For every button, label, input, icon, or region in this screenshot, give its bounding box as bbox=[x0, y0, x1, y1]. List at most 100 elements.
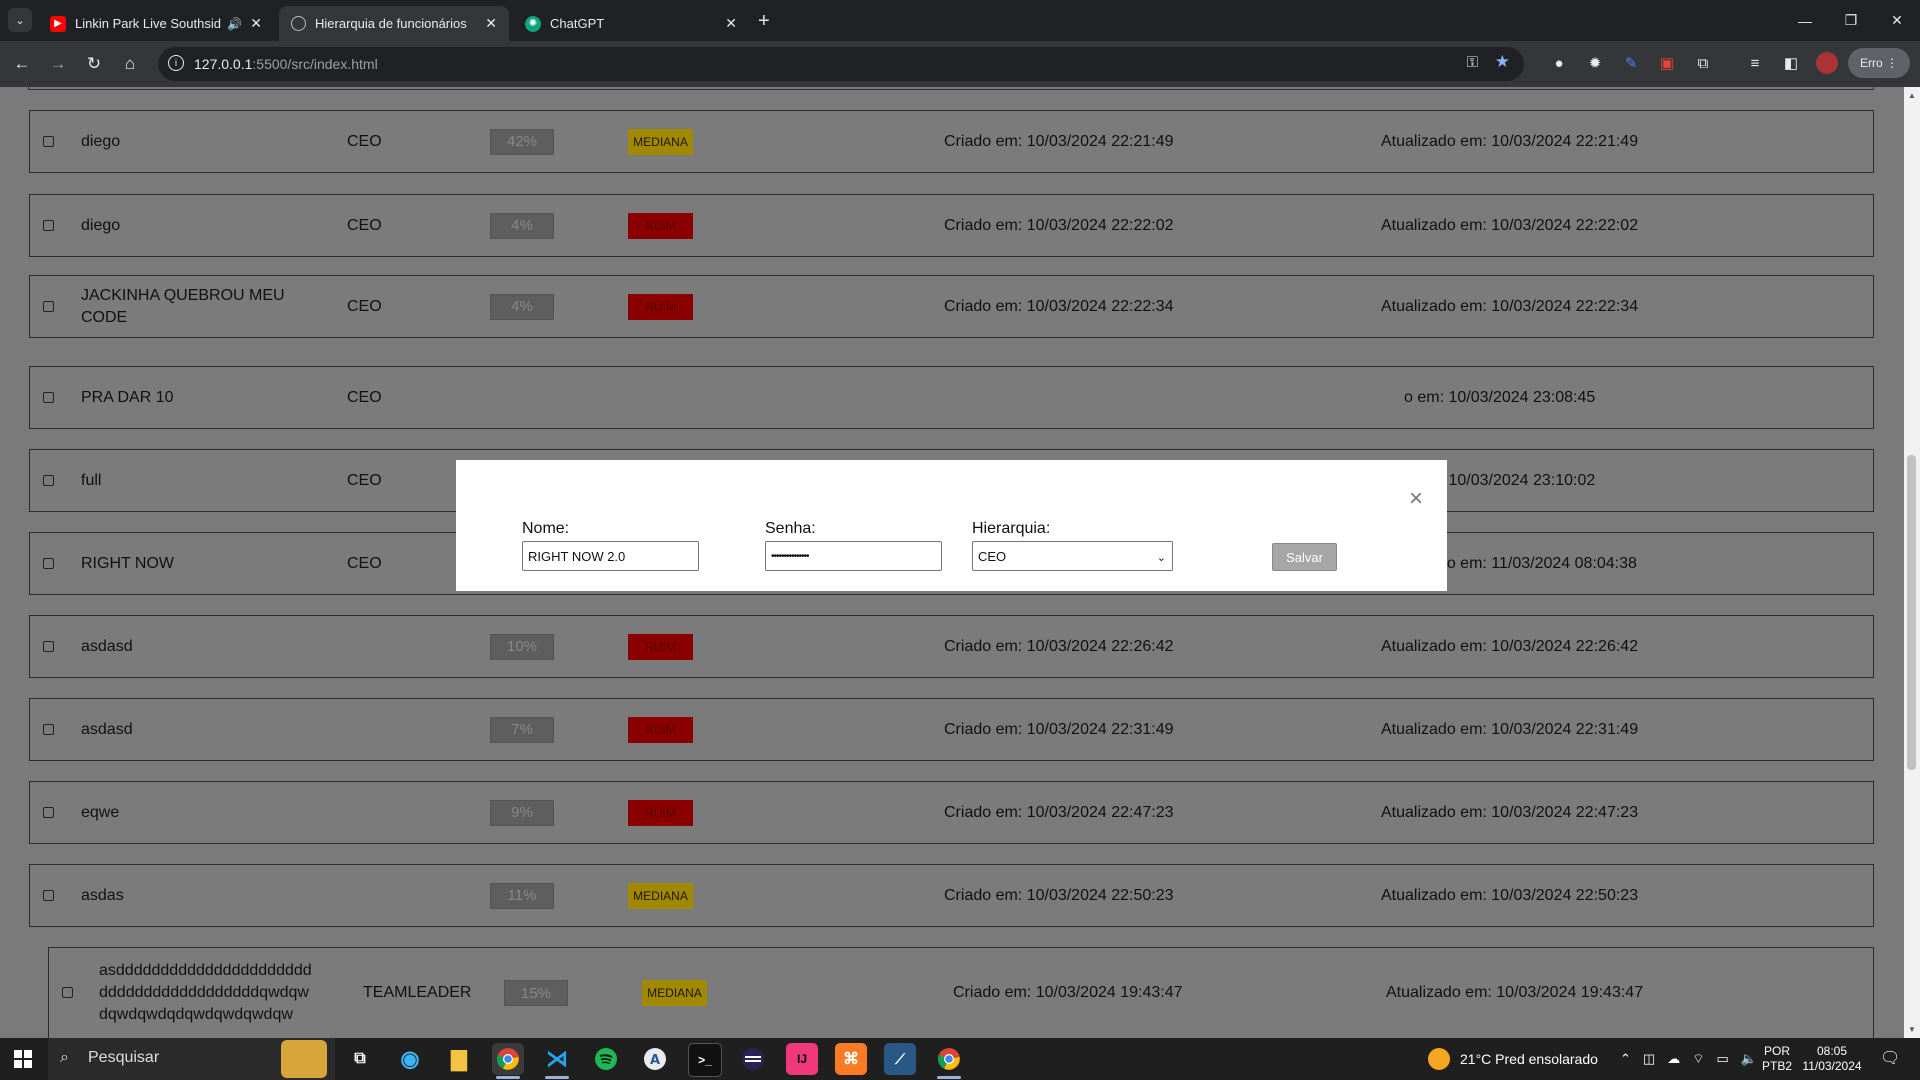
row-checkbox[interactable] bbox=[43, 219, 54, 231]
row-checkbox[interactable] bbox=[43, 391, 54, 403]
meet-now-icon[interactable]: ◫ bbox=[1643, 1051, 1655, 1067]
onedrive-icon[interactable]: ☁ bbox=[1667, 1051, 1680, 1067]
language-indicator[interactable]: POR PTB2 bbox=[1762, 1044, 1792, 1074]
employee-name: asdddddddddddddddddddddddddddddddddddddd… bbox=[99, 962, 312, 1023]
updated-at: Atualizado em: 10/03/2024 22:31:49 bbox=[1381, 720, 1639, 738]
windows-taskbar: ⌕ Pesquisar ⧉ ◉ ▇ ⋊ A >_ IJ ⌘ ⟋ 21°C Pre… bbox=[0, 1038, 1920, 1080]
row-checkbox[interactable] bbox=[43, 640, 54, 652]
scrollbar-thumb[interactable] bbox=[1907, 455, 1916, 770]
volume-icon[interactable]: 🔈 bbox=[1741, 1051, 1757, 1067]
weather-text: 21°C Pred ensolarado bbox=[1460, 1051, 1598, 1067]
close-icon[interactable]: × bbox=[1409, 487, 1423, 511]
scroll-up-icon[interactable]: ▲ bbox=[1908, 91, 1916, 100]
row-checkbox[interactable] bbox=[43, 806, 54, 818]
bookmark-star-icon[interactable]: ★ bbox=[1495, 52, 1510, 72]
chevron-up-icon[interactable]: ⌃ bbox=[1620, 1051, 1631, 1067]
task-view-icon[interactable]: ⧉ bbox=[344, 1043, 376, 1075]
clock[interactable]: 08:05 11/03/2024 bbox=[1798, 1044, 1866, 1074]
weather-widget[interactable]: 21°C Pred ensolarado bbox=[1428, 1038, 1598, 1080]
extension-circle-icon[interactable]: ● bbox=[1548, 52, 1570, 74]
extensions-puzzle-icon[interactable]: ⧉ bbox=[1692, 52, 1714, 74]
address-bar[interactable]: i 127.0.0.1:5500/src/index.html ⚿ ★ bbox=[158, 47, 1524, 81]
close-window-icon[interactable]: ✕ bbox=[1874, 0, 1920, 41]
row-checkbox[interactable] bbox=[43, 474, 54, 486]
terminal-icon[interactable]: >_ bbox=[688, 1043, 722, 1077]
tab-hierarquia[interactable]: Hierarquia de funcionários ✕ bbox=[279, 6, 509, 41]
intellij-icon[interactable]: IJ bbox=[786, 1043, 818, 1075]
close-tab-icon[interactable]: ✕ bbox=[250, 15, 262, 32]
page-viewport: diego CEO 42% MEDIANA Criado em: 10/03/2024 … bbox=[0, 87, 1904, 1038]
extension-pen-icon[interactable]: ✎ bbox=[1620, 52, 1642, 74]
spotify-icon[interactable] bbox=[590, 1043, 622, 1075]
speaker-icon[interactable]: 🔊 bbox=[227, 17, 242, 31]
edge-icon[interactable]: ◉ bbox=[394, 1043, 426, 1075]
tab-search-button[interactable]: ⌄ bbox=[8, 8, 32, 32]
created-at: Criado em: 10/03/2024 22:31:49 bbox=[944, 720, 1174, 738]
taskbar-search[interactable]: ⌕ Pesquisar bbox=[48, 1038, 335, 1080]
created-at: Criado em: 10/03/2024 19:43:47 bbox=[953, 984, 1183, 1001]
chrome-icon[interactable] bbox=[492, 1043, 524, 1079]
row-checkbox[interactable] bbox=[43, 135, 54, 147]
globe-icon bbox=[291, 16, 306, 31]
app-store-icon[interactable]: A bbox=[639, 1043, 671, 1075]
tab-chatgpt[interactable]: ✺ ChatGPT ✕ bbox=[513, 6, 749, 41]
chrome-second-icon[interactable] bbox=[933, 1043, 965, 1079]
svg-text:A: A bbox=[650, 1053, 660, 1068]
row-checkbox[interactable] bbox=[43, 300, 54, 312]
previous-row-edge bbox=[28, 87, 1874, 90]
profile-avatar-icon[interactable] bbox=[1816, 52, 1838, 74]
scroll-down-icon[interactable]: ▼ bbox=[1908, 1025, 1916, 1034]
score-badge: 7% bbox=[490, 716, 554, 743]
windows-start-icon[interactable] bbox=[0, 1038, 46, 1080]
network-icon[interactable]: ▭ bbox=[1716, 1051, 1728, 1067]
vscode-icon[interactable]: ⋊ bbox=[541, 1043, 573, 1079]
search-highlight-image bbox=[281, 1040, 327, 1078]
updated-at: Atualizado em: 10/03/2024 22:50:23 bbox=[1381, 886, 1639, 904]
new-tab-icon[interactable]: + bbox=[758, 10, 770, 33]
row-checkbox[interactable] bbox=[43, 723, 54, 735]
row-checkbox[interactable] bbox=[43, 557, 54, 569]
back-icon[interactable]: ← bbox=[9, 51, 35, 77]
file-explorer-icon[interactable]: ▇ bbox=[443, 1043, 475, 1075]
rating-badge: RUIM bbox=[628, 716, 693, 743]
clock-time: 08:05 bbox=[1816, 1044, 1848, 1058]
db-tool-icon[interactable]: ⟋ bbox=[884, 1043, 916, 1075]
profile-error-button[interactable]: Erro ⋮ bbox=[1848, 48, 1910, 78]
row-checkbox[interactable] bbox=[43, 889, 54, 901]
row-checkbox[interactable] bbox=[62, 987, 73, 998]
wifi-icon[interactable]: ⌔ bbox=[1692, 1051, 1704, 1067]
tab-youtube[interactable]: ▶ Linkin Park Live Southside F 🔊 ✕ bbox=[38, 6, 274, 41]
notifications-icon[interactable]: 🗨 bbox=[1880, 1048, 1900, 1068]
close-tab-icon[interactable]: ✕ bbox=[725, 15, 737, 32]
password-field[interactable]: ••••••••••••••• bbox=[765, 541, 942, 571]
employee-role: CEO bbox=[347, 388, 382, 406]
updated-at: Atualizado em: 10/03/2024 22:21:49 bbox=[1381, 132, 1639, 150]
password-key-icon[interactable]: ⚿ bbox=[1467, 54, 1478, 71]
name-label: Nome: bbox=[522, 520, 570, 537]
reload-icon[interactable]: ↻ bbox=[81, 51, 107, 77]
forward-icon[interactable]: → bbox=[45, 51, 71, 77]
close-tab-icon[interactable]: ✕ bbox=[485, 15, 497, 32]
site-info-icon[interactable]: i bbox=[168, 55, 184, 71]
side-panel-icon[interactable]: ◧ bbox=[1780, 52, 1802, 74]
score-badge: 15% bbox=[504, 980, 568, 1006]
save-button[interactable]: Salvar bbox=[1272, 543, 1337, 571]
restore-icon[interactable]: ❐ bbox=[1828, 0, 1874, 41]
xampp-icon[interactable]: ⌘ bbox=[835, 1043, 867, 1075]
name-field[interactable]: RIGHT NOW 2.0 bbox=[522, 541, 699, 571]
home-icon[interactable]: ⌂ bbox=[117, 51, 143, 77]
search-icon: ⌕ bbox=[60, 1049, 69, 1066]
employee-role: CEO bbox=[347, 554, 382, 572]
hierarchy-selected-value: CEO bbox=[978, 548, 1007, 564]
updated-at: Atualizado em: 10/03/2024 19:43:47 bbox=[1386, 984, 1644, 1001]
employee-row: asdas 11% MEDIANA Criado em: 10/03/2024 22:… bbox=[29, 864, 1874, 927]
extension-gear-icon[interactable]: ✹ bbox=[1584, 52, 1606, 74]
eclipse-icon[interactable] bbox=[737, 1043, 769, 1075]
tab-title: Hierarquia de funcionários bbox=[315, 16, 467, 31]
clock-date: 11/03/2024 bbox=[1802, 1059, 1862, 1073]
hierarchy-select[interactable]: CEO ⌄ bbox=[972, 541, 1173, 571]
created-at: Criado em: 10/03/2024 22:26:42 bbox=[944, 637, 1174, 655]
minimize-icon[interactable]: — bbox=[1782, 0, 1828, 41]
media-controls-icon[interactable]: ≡ bbox=[1744, 52, 1766, 74]
extension-mail-icon[interactable]: ▣ bbox=[1656, 52, 1678, 74]
